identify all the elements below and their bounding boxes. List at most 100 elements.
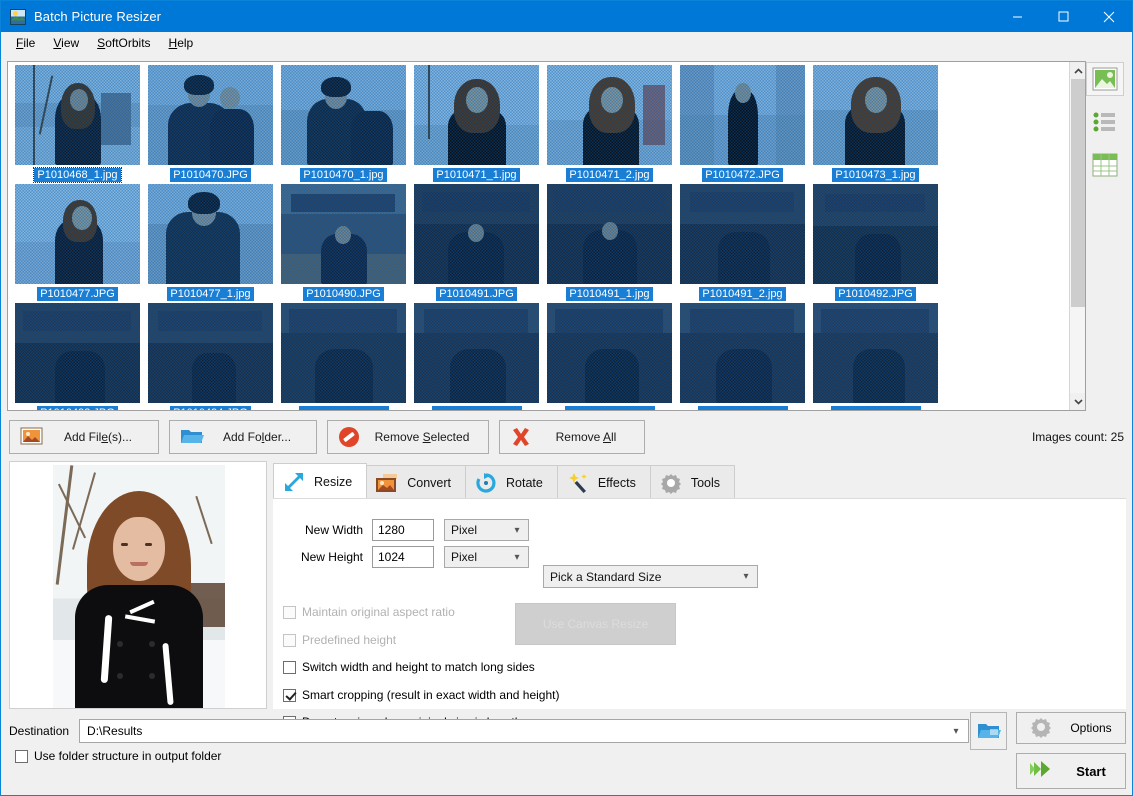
scroll-down-icon[interactable] bbox=[1070, 393, 1086, 410]
maximize-icon[interactable] bbox=[1040, 1, 1086, 32]
thumbnail-item[interactable]: P1010470.JPG bbox=[148, 65, 273, 182]
thumbnail-item[interactable] bbox=[680, 303, 805, 411]
browse-folder-button[interactable] bbox=[970, 712, 1007, 750]
thumbnail-item[interactable]: P1010494.JPG bbox=[148, 303, 273, 411]
thumbnail-item[interactable]: P1010493.JPG bbox=[15, 303, 140, 411]
thumbnail-image[interactable] bbox=[281, 184, 406, 284]
close-icon[interactable] bbox=[1086, 1, 1132, 32]
thumbnail-image[interactable] bbox=[680, 303, 805, 403]
add-folder-button[interactable]: Add Folder... bbox=[169, 420, 317, 454]
thumbnail-image[interactable] bbox=[148, 65, 273, 165]
smart-cropping-checkbox[interactable]: Smart cropping (result in exact width an… bbox=[283, 688, 559, 702]
thumbnail-image[interactable] bbox=[547, 184, 672, 284]
tab-tools[interactable]: Tools bbox=[650, 465, 735, 499]
options-button[interactable]: Options bbox=[1016, 712, 1126, 744]
thumbnail-image[interactable] bbox=[680, 184, 805, 284]
red-x-icon bbox=[510, 426, 534, 448]
thumbnail-image[interactable] bbox=[813, 303, 938, 403]
selection-overlay bbox=[414, 65, 539, 165]
thumbnail-image[interactable] bbox=[281, 65, 406, 165]
thumbnail-item[interactable]: P1010470_1.jpg bbox=[281, 65, 406, 182]
thumbnail-image[interactable] bbox=[813, 184, 938, 284]
thumbnail-caption: P1010491_1.jpg bbox=[566, 287, 652, 301]
thumbnail-item[interactable] bbox=[414, 303, 539, 411]
selection-overlay bbox=[15, 303, 140, 403]
chevron-down-icon[interactable]: ▾ bbox=[948, 726, 964, 737]
new-height-unit-select[interactable]: Pixel ▾ bbox=[444, 546, 529, 568]
thumbnail-image[interactable] bbox=[148, 303, 273, 403]
chevron-down-icon: ▾ bbox=[510, 525, 524, 536]
thumbnail-item[interactable]: P1010491_1.jpg bbox=[547, 184, 672, 301]
thumbnail-item[interactable]: P1010471_2.jpg bbox=[547, 65, 672, 182]
thumbnail-item[interactable]: P1010473_1.jpg bbox=[813, 65, 938, 182]
tab-convert[interactable]: Convert bbox=[366, 465, 466, 499]
thumbnail-caption: P1010468_1.jpg bbox=[34, 168, 120, 182]
thumbnail-item[interactable]: P1010491_2.jpg bbox=[680, 184, 805, 301]
new-width-input[interactable]: 1280 bbox=[372, 519, 434, 541]
remove-all-button[interactable]: Remove All bbox=[499, 420, 645, 454]
thumbnail-item[interactable]: P1010468_1.jpg bbox=[15, 65, 140, 182]
thumbnail-image[interactable] bbox=[414, 303, 539, 403]
thumbnail-item[interactable]: P1010477_1.jpg bbox=[148, 184, 273, 301]
view-mode-toolbar bbox=[1086, 62, 1126, 182]
thumbnail-image[interactable] bbox=[414, 184, 539, 284]
scrollbar-thumb[interactable] bbox=[1071, 79, 1085, 307]
use-folder-structure-checkbox[interactable]: Use folder structure in output folder bbox=[15, 749, 221, 763]
thumbnail-image[interactable] bbox=[15, 303, 140, 403]
thumbnail-image[interactable] bbox=[15, 184, 140, 284]
minimize-icon[interactable] bbox=[994, 1, 1040, 32]
thumbnail-image[interactable] bbox=[813, 65, 938, 165]
details-view-button[interactable] bbox=[1086, 148, 1124, 182]
thumbnail-image[interactable] bbox=[547, 65, 672, 165]
remove-all-label: Remove All bbox=[546, 430, 630, 444]
thumbnail-caption: P1010491.JPG bbox=[436, 287, 517, 301]
selection-overlay bbox=[813, 184, 938, 284]
thumbnail-item[interactable]: P1010490.JPG bbox=[281, 184, 406, 301]
remove-selected-button[interactable]: Remove Selected bbox=[327, 420, 489, 454]
predefined-height-checkbox[interactable]: Predefined height bbox=[283, 633, 396, 647]
selection-overlay bbox=[414, 303, 539, 403]
thumbnail-image[interactable] bbox=[547, 303, 672, 403]
menu-item-file[interactable]: File bbox=[7, 34, 44, 52]
thumbnail-view-button[interactable] bbox=[1086, 62, 1124, 96]
thumbnail-image[interactable] bbox=[680, 65, 805, 165]
thumbnail-image[interactable] bbox=[414, 65, 539, 165]
add-files-button[interactable]: Add File(s)... bbox=[9, 420, 159, 454]
menu-item-softorbits[interactable]: SoftOrbits bbox=[88, 34, 159, 52]
switch-sides-checkbox[interactable]: Switch width and height to match long si… bbox=[283, 660, 535, 674]
no-entry-icon bbox=[338, 426, 362, 448]
thumbnail-item[interactable] bbox=[281, 303, 406, 411]
thumbnail-grid: P1010468_1.jpg P1010470.JPG bbox=[8, 62, 1071, 411]
thumbnail-item[interactable]: P1010492.JPG bbox=[813, 184, 938, 301]
thumbnail-image[interactable] bbox=[148, 184, 273, 284]
start-button[interactable]: Start bbox=[1016, 753, 1126, 789]
thumbnail-item[interactable] bbox=[547, 303, 672, 411]
scroll-up-icon[interactable] bbox=[1070, 62, 1086, 79]
list-view-button[interactable] bbox=[1086, 105, 1124, 139]
thumbnail-image[interactable] bbox=[281, 303, 406, 403]
thumbnail-scrollbar[interactable] bbox=[1069, 62, 1085, 410]
rotate-arrow-icon bbox=[474, 472, 498, 494]
tab-tools-label: Tools bbox=[691, 476, 720, 490]
tab-resize[interactable]: Resize bbox=[273, 463, 367, 499]
maintain-aspect-ratio-checkbox[interactable]: Maintain original aspect ratio bbox=[283, 605, 455, 619]
thumbnail-item[interactable]: P1010491.JPG bbox=[414, 184, 539, 301]
tab-rotate[interactable]: Rotate bbox=[465, 465, 558, 499]
standard-size-value: Pick a Standard Size bbox=[550, 570, 739, 584]
thumbnail-list[interactable]: P1010468_1.jpg P1010470.JPG bbox=[7, 61, 1086, 411]
tab-strip: Resize Convert bbox=[273, 463, 1126, 499]
thumbnail-caption bbox=[831, 406, 921, 411]
new-height-input[interactable]: 1024 bbox=[372, 546, 434, 568]
thumbnail-item[interactable]: P1010477.JPG bbox=[15, 184, 140, 301]
use-canvas-resize-button[interactable]: Use Canvas Resize bbox=[515, 603, 676, 645]
thumbnail-item[interactable]: P1010472.JPG bbox=[680, 65, 805, 182]
menu-item-view[interactable]: View bbox=[44, 34, 88, 52]
new-width-unit-select[interactable]: Pixel ▾ bbox=[444, 519, 529, 541]
thumbnail-item[interactable]: P1010471_1.jpg bbox=[414, 65, 539, 182]
tab-effects[interactable]: Effects bbox=[557, 465, 651, 499]
thumbnail-item[interactable] bbox=[813, 303, 938, 411]
destination-input[interactable]: D:\Results ▾ bbox=[79, 719, 969, 743]
standard-size-select[interactable]: Pick a Standard Size ▾ bbox=[543, 565, 758, 588]
menu-item-help[interactable]: Help bbox=[160, 34, 203, 52]
thumbnail-image[interactable] bbox=[15, 65, 140, 165]
